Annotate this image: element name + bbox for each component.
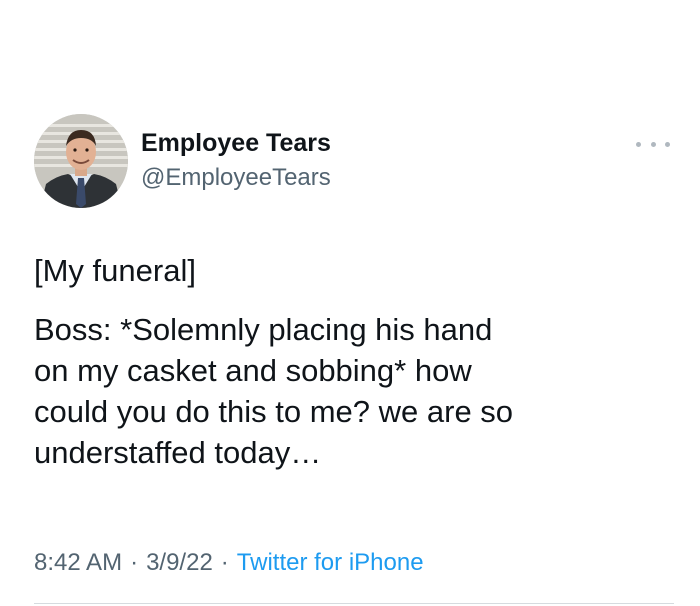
avatar-image	[34, 114, 128, 208]
meta-separator: ·	[220, 549, 229, 576]
author-handle[interactable]: @EmployeeTears	[141, 163, 331, 193]
tweet-paragraph: [My funeral]	[34, 253, 196, 288]
tweet-card: Employee Tears @EmployeeTears [My funera…	[0, 0, 700, 606]
tweet-paragraph: Boss: *Solemnly placing his hand on my c…	[34, 312, 514, 470]
tweet-time[interactable]: 8:42 AM	[34, 549, 122, 576]
tweet-date[interactable]: 3/9/22	[146, 549, 213, 576]
meta-separator: ·	[130, 549, 139, 576]
avatar[interactable]	[34, 114, 128, 208]
tweet-text: [My funeral] Boss: *Solemnly placing his…	[34, 250, 674, 473]
author-display-name[interactable]: Employee Tears	[141, 128, 331, 158]
divider	[34, 603, 674, 604]
more-options-icon[interactable]	[636, 132, 670, 156]
tweet-meta: 8:42 AM · 3/9/22 · Twitter for iPhone	[34, 548, 424, 578]
tweet-source-link[interactable]: Twitter for iPhone	[237, 549, 424, 576]
